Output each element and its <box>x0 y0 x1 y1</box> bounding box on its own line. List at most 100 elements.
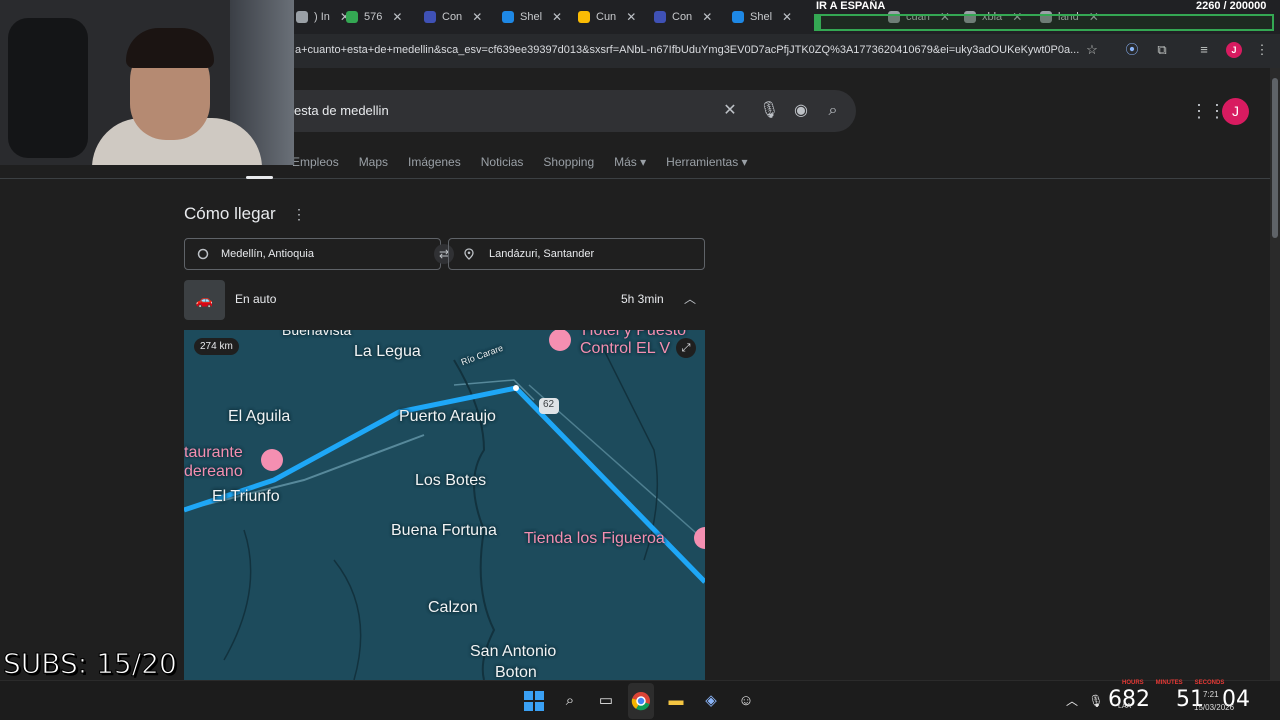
tab-close-icon[interactable]: ✕ <box>782 10 792 24</box>
page-scrollbar[interactable] <box>1270 68 1280 680</box>
scrollbar-thumb[interactable] <box>1272 78 1278 238</box>
search-tab[interactable]: Imágenes <box>408 155 461 169</box>
bookmark-star-icon[interactable]: ☆ <box>1084 42 1100 58</box>
browser-tab[interactable]: Cun ✕ <box>578 6 636 28</box>
search-box[interactable]: esta de medellin ✕ 🎙 ◉ ⌕ <box>272 90 856 132</box>
tab-close-icon[interactable]: ✕ <box>392 10 402 24</box>
clock-date[interactable]: 15/03/2026 <box>1194 703 1234 712</box>
route-map[interactable]: Buenavista La Legua Hotel y Puesto Contr… <box>184 330 705 680</box>
hotel-marker-icon[interactable] <box>549 330 571 351</box>
browser-menu-icon[interactable]: ⋮ <box>1254 42 1270 58</box>
shop-marker-icon[interactable] <box>694 527 705 549</box>
distance-badge: 274 km <box>194 338 239 355</box>
car-icon: 🚗 <box>184 280 225 320</box>
search-nav-tabs: Empleos Maps Imágenes Noticias Shopping Más ▾… <box>292 155 748 169</box>
browser-tab[interactable]: ) In ✕ <box>296 6 350 28</box>
origin-field[interactable]: Medellín, Antioquia <box>184 238 441 270</box>
more-options-icon[interactable]: ⋮ <box>292 206 306 223</box>
webcam-chair <box>8 18 88 158</box>
tray-chevron-icon[interactable]: ︿ <box>1062 691 1082 711</box>
tab-label: Shel <box>520 11 543 23</box>
browser-tab[interactable]: Shel ✕ <box>502 6 562 28</box>
search-tab[interactable]: Herramientas ▾ <box>666 155 747 169</box>
map-label: Hotel y Puesto <box>582 330 687 339</box>
timer-label: HOURS <box>1122 680 1144 686</box>
language-indicator[interactable]: LAA <box>1118 703 1131 710</box>
tab-favicon-icon <box>296 11 308 23</box>
restaurant-marker-icon[interactable] <box>261 449 283 471</box>
browser-tab[interactable]: Shel ✕ <box>732 6 792 28</box>
tab-favicon-icon <box>424 11 436 23</box>
app-icon[interactable]: ◈ <box>701 691 721 711</box>
clear-icon[interactable]: ✕ <box>720 101 740 121</box>
tab-close-icon[interactable]: ✕ <box>552 10 562 24</box>
search-tab[interactable]: Maps <box>359 155 388 169</box>
search-query[interactable]: esta de medellin <box>294 103 389 118</box>
account-avatar[interactable]: J <box>1222 98 1249 125</box>
map-label: Los Botes <box>415 472 487 489</box>
webcam-overlay <box>0 0 294 165</box>
media-controls-icon[interactable]: ≡ <box>1196 42 1212 58</box>
search-icon[interactable]: ⌕ <box>560 691 580 711</box>
search-tab[interactable]: Noticias <box>481 155 524 169</box>
expand-map-icon[interactable]: ⤢ <box>676 338 696 358</box>
taskbar: ⌕ ▭ ▬ ◈ ☺ ︿ 🎙 <box>0 680 1280 720</box>
map-label: San Antonio <box>470 643 557 660</box>
goal-progress-bar <box>814 14 1274 31</box>
pin-icon <box>464 248 474 260</box>
webcam-person-hair <box>126 28 214 68</box>
extensions-icon[interactable]: ⧉ <box>1154 42 1170 58</box>
chevron-up-icon[interactable]: ︿ <box>684 290 696 307</box>
task-view-icon[interactable]: ▭ <box>596 691 616 711</box>
travel-mode-label: En auto <box>235 292 277 306</box>
timer-label: MINUTES <box>1155 680 1183 686</box>
destination-field[interactable]: Landázuri, Santander <box>448 238 705 270</box>
search-tab[interactable]: Más ▾ <box>614 155 646 169</box>
origin-circle-icon <box>197 248 209 260</box>
file-explorer-icon[interactable]: ▬ <box>666 691 686 711</box>
tab-close-icon[interactable]: ✕ <box>626 10 636 24</box>
microphone-icon[interactable]: 🎙 <box>1086 691 1106 711</box>
tab-favicon-icon <box>346 11 358 23</box>
active-tab-indicator <box>246 176 273 179</box>
travel-mode-row[interactable]: 🚗 En auto 5h 3min ︿ <box>184 280 705 320</box>
goal-title: IR A ESPAÑA <box>816 0 886 12</box>
tab-close-icon[interactable]: ✕ <box>472 10 482 24</box>
search-tab[interactable]: Shopping <box>543 155 594 169</box>
subs-counter: SUBS: 15/20 <box>3 647 178 681</box>
tab-label: 576 <box>364 11 383 23</box>
map-label: El Triunfo <box>212 488 280 505</box>
tab-label: Shel <box>750 11 773 23</box>
tab-close-icon[interactable]: ✕ <box>702 10 712 24</box>
microphone-icon[interactable]: 🎙 <box>759 101 779 121</box>
profile-avatar[interactable]: J <box>1226 42 1242 58</box>
tab-label: ) In <box>314 11 330 23</box>
search-icon[interactable]: ⌕ <box>823 101 843 121</box>
browser-tab[interactable]: Con ✕ <box>654 6 712 28</box>
discord-icon[interactable]: ☺ <box>736 691 756 711</box>
river-line <box>603 349 659 561</box>
search-tab[interactable]: Empleos <box>292 155 339 169</box>
river-line <box>223 529 252 661</box>
tab-label: Con <box>442 11 463 23</box>
tab-label: Con <box>672 11 693 23</box>
tab-favicon-icon <box>578 11 590 23</box>
map-label: Buenavista <box>282 330 352 338</box>
tab-label: Cun <box>596 11 617 23</box>
lens-camera-icon[interactable]: ◉ <box>791 101 811 121</box>
read-aloud-icon[interactable]: ⦿ <box>1124 42 1140 58</box>
browser-tab[interactable]: Con ✕ <box>424 6 482 28</box>
browser-tab[interactable]: 576 ✕ <box>346 6 402 28</box>
goal-progress-fill <box>816 16 822 29</box>
map-label: Control EL V <box>580 340 671 357</box>
timer-labels: HOURS MINUTES SECONDS <box>1122 680 1224 686</box>
url-field[interactable]: a+cuanto+esta+de+medellin&sca_esv=cf639e… <box>295 44 1080 56</box>
map-label: Boton <box>495 664 537 680</box>
windows-start-icon[interactable] <box>524 691 544 711</box>
clock-time[interactable]: 7:21 <box>1203 690 1219 699</box>
chrome-icon[interactable] <box>631 691 651 711</box>
map-label: Tienda los Figueroa <box>524 530 665 547</box>
destination-text: Landázuri, Santander <box>489 248 595 260</box>
tab-favicon-icon <box>502 11 514 23</box>
nav-divider <box>0 178 1270 179</box>
